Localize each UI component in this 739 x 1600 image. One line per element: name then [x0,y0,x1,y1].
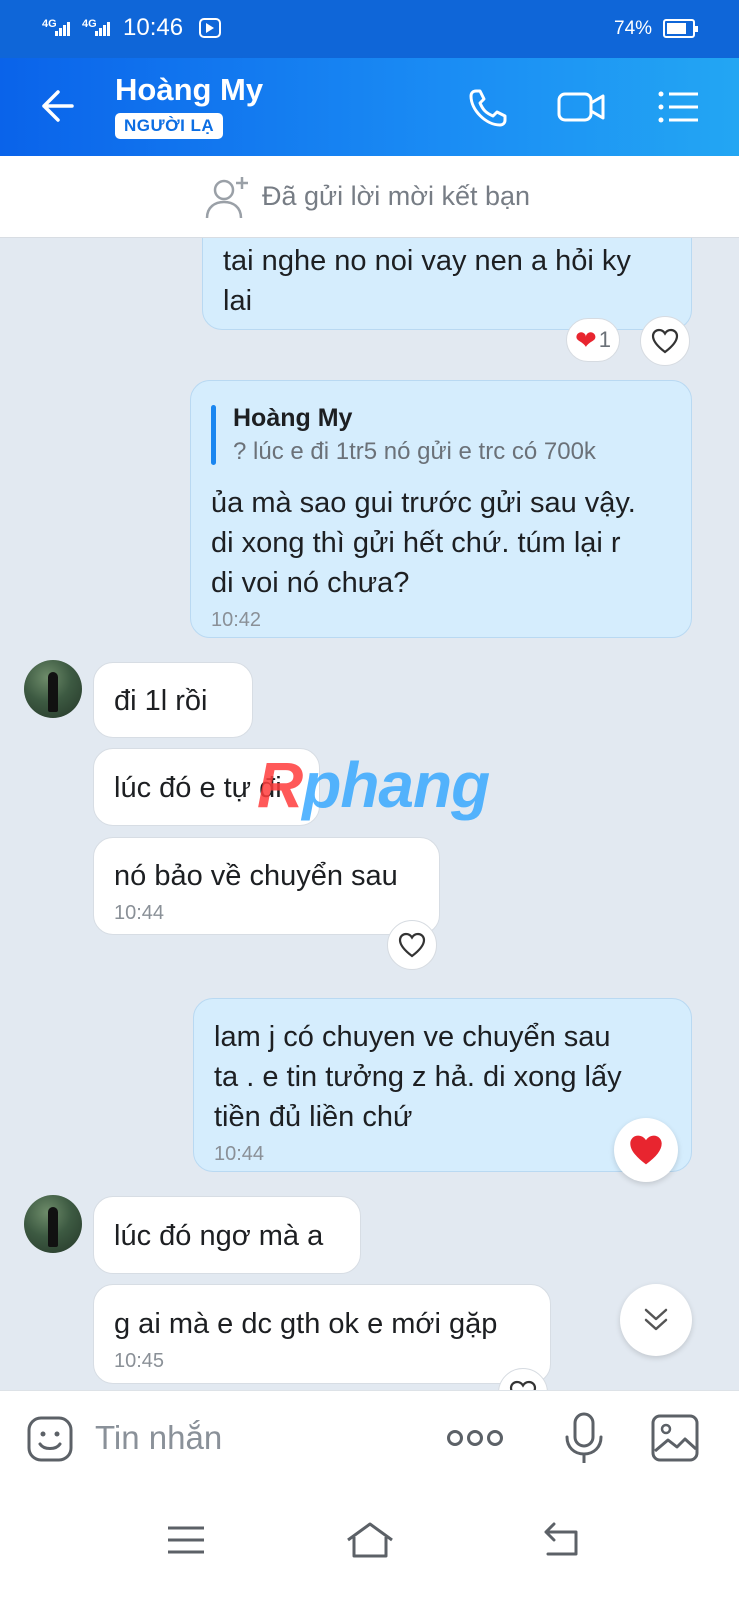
heart-icon: ❤ [575,325,597,355]
chat-area[interactable]: tai nghe no noi vay nen a hỏi ky lai ❤ 1… [0,238,739,1414]
message-incoming[interactable]: lúc đó ngơ mà a [93,1196,361,1274]
double-chevron-down-icon [644,1308,668,1331]
message-incoming[interactable]: đi 1l rồi [93,662,253,738]
more-options-icon[interactable] [446,1427,504,1449]
quoted-message[interactable]: Hoàng My ? lúc e đi 1tr5 nó gửi e trc có… [211,401,671,469]
message-line: lam j có chuyen ve chuyển sau [214,1021,611,1053]
message-line: ta . e tin tưởng z hả. di xong lấy [214,1061,622,1093]
avatar[interactable] [24,660,82,718]
message-line: di voi nó chưa? [211,567,410,599]
reaction-count: 1 [598,327,612,352]
react-button[interactable] [640,316,690,366]
contact-name[interactable]: Hoàng My [115,72,263,108]
message-incoming[interactable]: nó bảo về chuyển sau 10:44 [93,837,440,935]
message-input[interactable]: Tin nhắn [95,1419,222,1457]
message-time: 10:44 [214,1143,265,1165]
chat-header: Hoàng My NGƯỜI LẠ [0,58,739,156]
image-gallery-icon[interactable] [650,1413,700,1463]
message-time: 10:45 [114,1350,165,1372]
heart-filled-icon [630,1135,662,1165]
friend-request-text: Đã gửi lời mời kết bạn [262,181,531,211]
clock: 10:46 [123,14,184,41]
quoted-text: ? lúc e đi 1tr5 nó gửi e trc có 700k [233,438,596,465]
react-button-active[interactable] [614,1118,678,1182]
message-line: tiền đủ liền chứ [214,1101,413,1133]
signal-2-icon [95,20,113,36]
menu-icon[interactable] [654,82,704,132]
message-line: lai [223,285,253,317]
react-button[interactable] [387,920,437,970]
message-time: 10:44 [114,902,165,924]
message-time: 10:42 [211,609,262,631]
battery-icon [663,19,698,38]
video-call-icon[interactable] [556,82,606,132]
back-nav-icon[interactable] [536,1518,588,1562]
add-friend-icon [205,177,248,219]
home-icon[interactable] [344,1518,396,1562]
stranger-badge: NGƯỜI LẠ [115,113,224,139]
message-outgoing[interactable]: tai nghe no noi vay nen a hỏi ky lai [202,238,692,330]
notification-icon [199,18,221,38]
message-line: nó bảo về chuyển sau [114,860,398,892]
message-line: g ai mà e dc gth ok e mới gặp [114,1308,498,1340]
signal-1-icon [55,20,73,36]
back-arrow-icon[interactable] [36,86,76,126]
message-input-bar: Tin nhắn [0,1390,739,1490]
message-line: lúc đó ngơ mà a [114,1220,324,1252]
watermark-logo: Rphang [257,749,490,821]
system-nav-bar [0,1490,739,1600]
message-line: đi 1l rồi [114,685,208,717]
friend-request-bar: Đã gửi lời mời kết bạn [0,156,739,238]
quoted-sender: Hoàng My [233,404,353,432]
scroll-to-bottom-button[interactable] [620,1284,692,1356]
message-line: ủa mà sao gui trước gửi sau vậy. [211,487,636,519]
reaction-pill[interactable]: ❤ 1 [566,318,621,362]
status-bar: 4G 4G 10:46 74% [0,0,739,58]
message-incoming[interactable]: g ai mà e dc gth ok e mới gặp 10:45 [93,1284,551,1384]
recent-apps-icon[interactable] [160,1518,212,1562]
phone-call-icon[interactable] [464,82,514,132]
message-line: di xong thì gửi hết chứ. túm lại r [211,527,621,559]
heart-outline-icon [398,932,426,958]
battery-percent: 74% [614,18,653,39]
message-outgoing[interactable]: Hoàng My ? lúc e đi 1tr5 nó gửi e trc có… [190,380,692,638]
sticker-icon[interactable] [26,1415,74,1463]
avatar[interactable] [24,1195,82,1253]
message-line: tai nghe no noi vay nen a hỏi ky [223,245,631,277]
heart-outline-icon [651,328,679,354]
microphone-icon[interactable] [562,1411,606,1467]
